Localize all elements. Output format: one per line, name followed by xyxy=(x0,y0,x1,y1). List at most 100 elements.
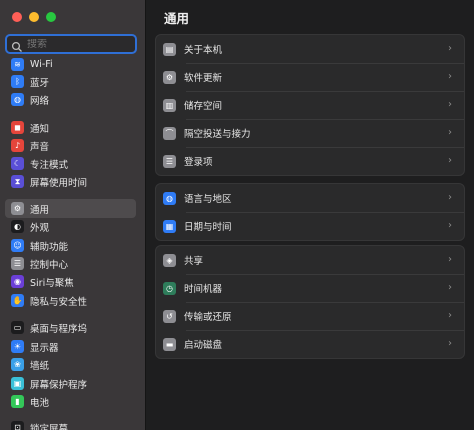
settings-group: ▤ 关于本机 › ⚙ 软件更新 › ▥ 储存空间 › ⌒ 隔空投送与接力 › ☰ 登录项 › xyxy=(155,34,465,176)
siri-icon: ◉ xyxy=(11,275,24,288)
window-controls xyxy=(12,12,56,22)
bluetooth-icon: ᛒ xyxy=(11,75,24,88)
login-items-icon: ☰ xyxy=(163,154,176,168)
sound-icon: ♪ xyxy=(11,139,24,152)
search-icon xyxy=(11,38,23,52)
sidebar-item[interactable]: ⚙ 通用 xyxy=(5,199,136,218)
settings-row[interactable]: ◍ 语言与地区 › xyxy=(156,184,464,212)
sidebar-item-label: 锁定屏幕 xyxy=(30,423,69,430)
sidebar-item-label: 声音 xyxy=(30,141,50,153)
control-center-icon: ☰ xyxy=(11,257,24,270)
chevron-right-icon: › xyxy=(448,99,452,110)
display-icon: ☀ xyxy=(11,340,24,353)
sidebar-item-label: 蓝牙 xyxy=(30,77,50,89)
network-icon: ◍ xyxy=(11,93,24,106)
chevron-right-icon: › xyxy=(448,71,452,82)
sidebar-item-label: 控制中心 xyxy=(30,259,69,271)
settings-group: ◈ 共享 › ◷ 时间机器 › ↺ 传输或还原 › ▬ 启动磁盘 › xyxy=(155,245,465,359)
sidebar-item[interactable]: ⧗ 屏幕使用时间 xyxy=(5,172,136,191)
settings-row-label: 语言与地区 xyxy=(184,194,232,205)
software-update-icon: ⚙ xyxy=(163,70,176,84)
sidebar-item[interactable]: ☾ 专注模式 xyxy=(5,154,136,173)
accessibility-icon: ☺ xyxy=(11,239,24,252)
sidebar-item[interactable]: ᛒ 蓝牙 xyxy=(5,72,136,91)
settings-row-label: 日期与时间 xyxy=(184,222,232,233)
screen-time-icon: ⧗ xyxy=(11,175,24,188)
sidebar-item-label: 通知 xyxy=(30,123,50,135)
about-icon: ▤ xyxy=(163,42,176,56)
settings-row-label: 启动磁盘 xyxy=(184,340,223,351)
sidebar-item[interactable]: ▭ 桌面与程序坞 xyxy=(5,318,136,337)
sidebar-item[interactable]: ▮ 电池 xyxy=(5,392,136,411)
sidebar-item-label: 电池 xyxy=(30,397,50,409)
chevron-right-icon: › xyxy=(448,254,452,265)
sidebar-item[interactable]: ◉ Siri与聚焦 xyxy=(5,272,136,291)
page-title: 通用 xyxy=(164,11,190,26)
airdrop-icon: ⌒ xyxy=(163,126,176,140)
wifi-icon: ≋ xyxy=(11,58,24,71)
settings-row[interactable]: ▬ 启动磁盘 › xyxy=(156,330,464,358)
sidebar-item-label: 墙纸 xyxy=(30,360,50,372)
settings-row[interactable]: ▤ 关于本机 › xyxy=(156,35,464,63)
settings-row-label: 登录项 xyxy=(184,157,213,168)
settings-row-label: 软件更新 xyxy=(184,73,223,84)
main-pane: 通用 ▤ 关于本机 › ⚙ 软件更新 › ▥ 储存空间 › ⌒ 隔空投送与接力 › ☰ 登录项 › ◍ 语言与地… xyxy=(146,0,474,430)
chevron-right-icon: › xyxy=(448,310,452,321)
close-button[interactable] xyxy=(12,12,22,22)
sidebar-item[interactable]: ❀ 墙纸 xyxy=(5,355,136,374)
sidebar-item-label: 屏幕使用时间 xyxy=(30,177,88,189)
minimize-button[interactable] xyxy=(29,12,39,22)
settings-row[interactable]: ▦ 日期与时间 › xyxy=(156,212,464,240)
sidebar-item[interactable]: ✋ 隐私与安全性 xyxy=(5,291,136,310)
settings-row[interactable]: ⚙ 软件更新 › xyxy=(156,63,464,91)
sidebar-item-label: 专注模式 xyxy=(30,159,69,171)
language-globe-icon: ◍ xyxy=(163,191,176,205)
sidebar-item-label: 网络 xyxy=(30,95,50,107)
settings-row[interactable]: ◈ 共享 › xyxy=(156,246,464,274)
startup-disk-icon: ▬ xyxy=(163,337,176,351)
lock-screen-icon: ⊡ xyxy=(11,421,24,430)
search-field[interactable] xyxy=(5,34,137,54)
general-gear-icon: ⚙ xyxy=(11,202,24,215)
battery-icon: ▮ xyxy=(11,395,24,408)
sidebar-item[interactable]: ◼ 通知 xyxy=(5,118,136,137)
storage-icon: ▥ xyxy=(163,98,176,112)
screensaver-icon: ▣ xyxy=(11,377,24,390)
settings-row-label: 传输或还原 xyxy=(184,312,232,323)
settings-row[interactable]: ↺ 传输或还原 › xyxy=(156,302,464,330)
chevron-right-icon: › xyxy=(448,282,452,293)
settings-row[interactable]: ▥ 储存空间 › xyxy=(156,91,464,119)
sidebar-item[interactable]: ⊡ 锁定屏幕 xyxy=(5,418,136,430)
zoom-button[interactable] xyxy=(46,12,56,22)
wallpaper-icon: ❀ xyxy=(11,358,24,371)
settings-row[interactable]: ☰ 登录项 › xyxy=(156,147,464,175)
search-input[interactable] xyxy=(27,38,127,50)
sidebar-item[interactable]: ◐ 外观 xyxy=(5,217,136,236)
sidebar-item[interactable]: ♪ 声音 xyxy=(5,136,136,155)
sidebar-item-label: 屏幕保护程序 xyxy=(30,379,88,391)
sidebar-item[interactable]: ☺ 辅助功能 xyxy=(5,236,136,255)
chevron-right-icon: › xyxy=(448,192,452,203)
sidebar-item-label: Wi-Fi xyxy=(30,59,53,70)
notifications-icon: ◼ xyxy=(11,121,24,134)
sidebar-item-label: 辅助功能 xyxy=(30,241,69,253)
sidebar-item[interactable]: ☀ 显示器 xyxy=(5,337,136,356)
sidebar-item[interactable]: ☰ 控制中心 xyxy=(5,254,136,273)
settings-row-label: 时间机器 xyxy=(184,284,223,295)
sidebar-item-label: Siri与聚焦 xyxy=(30,277,74,289)
sidebar-item[interactable]: ▣ 屏幕保护程序 xyxy=(5,374,136,393)
settings-row[interactable]: ◷ 时间机器 › xyxy=(156,274,464,302)
sidebar-item-label: 桌面与程序坞 xyxy=(30,323,88,335)
date-time-icon: ▦ xyxy=(163,219,176,233)
chevron-right-icon: › xyxy=(448,220,452,231)
sidebar-item[interactable]: ◍ 网络 xyxy=(5,90,136,109)
settings-group: ◍ 语言与地区 › ▦ 日期与时间 › xyxy=(155,183,465,241)
sidebar-item-label: 通用 xyxy=(30,204,50,216)
sidebar-item-label: 隐私与安全性 xyxy=(30,296,88,308)
sidebar-item-label: 显示器 xyxy=(30,342,59,354)
settings-row-label: 关于本机 xyxy=(184,45,223,56)
sidebar: ≋ Wi-Fi ᛒ 蓝牙 ◍ 网络 ◼ 通知 ♪ 声音 ☾ 专注模式 ⧗ 屏幕使用时间 ⚙ 通用 ◐ 外观 ☺ 辅助功… xyxy=(0,0,146,430)
transfer-reset-icon: ↺ xyxy=(163,309,176,323)
settings-row[interactable]: ⌒ 隔空投送与接力 › xyxy=(156,119,464,147)
privacy-hand-icon: ✋ xyxy=(11,294,24,307)
